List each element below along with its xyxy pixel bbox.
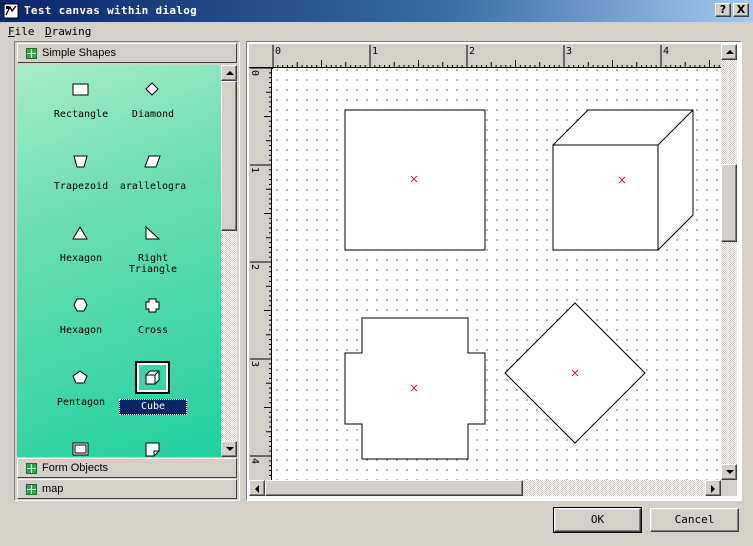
hexagon-icon — [73, 298, 88, 312]
scroll-down-button[interactable] — [721, 464, 737, 480]
expand-group-icon — [26, 463, 37, 474]
cube-shape[interactable] — [552, 109, 694, 251]
square-shape[interactable] — [344, 109, 486, 251]
expand-group-icon — [26, 48, 37, 59]
parallelogram-icon — [144, 155, 161, 168]
cancel-button[interactable]: Cancel — [650, 508, 739, 532]
palette-shape-right-triangle[interactable]: Right Triangle — [113, 217, 193, 279]
title-bar[interactable]: Test canvas within dialog ? X — [0, 0, 753, 22]
palette-shape-note[interactable] — [113, 433, 193, 457]
palette-group-label: map — [42, 483, 64, 495]
expand-group-icon — [26, 484, 37, 495]
shape-label: arallelogra — [119, 181, 187, 192]
ruler-label: 4 — [663, 46, 669, 57]
scroll-thumb[interactable] — [721, 164, 737, 242]
palette-shape-pentagon[interactable]: Pentagon — [41, 361, 121, 423]
shape-label: Pentagon — [56, 397, 106, 408]
scroll-corner — [721, 480, 737, 496]
triangle-icon — [72, 226, 88, 240]
arrow-up-icon — [726, 50, 734, 54]
shape-label: Trapezoid — [53, 181, 109, 192]
trapezoid-icon — [73, 155, 88, 168]
shapes-list: Rectangle Diamond Trapezoid arallelogra Hexa… — [17, 65, 221, 457]
palette-shape-frame[interactable] — [41, 433, 121, 457]
cross-shape[interactable] — [344, 317, 486, 460]
menu-file-accel: F — [8, 25, 15, 38]
palette-shape-cube[interactable]: Cube — [113, 361, 193, 423]
ok-button[interactable]: OK — [553, 507, 642, 533]
palette-group-simple-shapes[interactable]: Simple Shapes — [17, 43, 237, 63]
vertical-ruler: 0 1 2 3 4 — [249, 68, 272, 480]
right-triangle-icon — [145, 225, 161, 240]
menu-file-rest: ile — [14, 25, 35, 38]
shape-label: Diamond — [131, 109, 175, 120]
close-button[interactable]: X — [733, 3, 749, 17]
palette-shape-triangle[interactable]: Hexagon — [41, 217, 121, 279]
palette-shape-rectangle[interactable]: Rectangle — [41, 73, 121, 135]
cross-icon — [145, 298, 160, 313]
ruler-label: 2 — [469, 46, 475, 57]
scroll-right-button[interactable] — [705, 480, 721, 496]
scroll-thumb[interactable] — [265, 480, 523, 496]
palette-group-form-objects[interactable]: Form Objects — [17, 458, 237, 478]
arrow-down-icon — [226, 447, 234, 451]
drawing-canvas[interactable] — [273, 69, 721, 480]
pentagon-icon — [72, 370, 88, 384]
palette-shape-hexagon[interactable]: Hexagon — [41, 289, 121, 351]
help-glyph: ? — [719, 3, 727, 16]
ruler-label: 3 — [249, 361, 260, 367]
app-icon — [3, 3, 19, 19]
scroll-up-button[interactable] — [221, 65, 237, 81]
ruler-label: 4 — [249, 458, 260, 464]
menu-drawing-accel: D — [45, 25, 52, 38]
canvas-shapes — [344, 109, 694, 460]
ruler-label: 0 — [249, 70, 260, 76]
help-button[interactable]: ? — [715, 3, 731, 17]
palette-shape-trapezoid[interactable]: Trapezoid — [41, 145, 121, 207]
shape-label: Cross — [137, 325, 169, 336]
menu-drawing-rest: rawing — [51, 25, 92, 38]
canvas-vertical-scrollbar[interactable] — [721, 44, 737, 480]
note-icon — [145, 442, 160, 457]
menu-file[interactable]: File — [8, 25, 35, 38]
palette-shape-cross[interactable]: Cross — [113, 289, 193, 351]
shape-label: Cube — [119, 399, 187, 415]
shape-palette: Simple Shapes Rectangle Diamond Trapezoid a… — [14, 41, 240, 501]
ruler-label: 0 — [275, 46, 281, 57]
cube-icon — [145, 370, 160, 385]
scroll-left-button[interactable] — [249, 480, 265, 496]
ruler-label: 1 — [249, 167, 260, 173]
horizontal-ruler: 0 1 2 3 4 — [249, 44, 721, 68]
close-icon: X — [736, 3, 746, 16]
scroll-up-button[interactable] — [721, 44, 737, 60]
shape-label: Rectangle — [53, 109, 109, 120]
scroll-thumb[interactable] — [221, 81, 237, 231]
palette-shape-diamond[interactable]: Diamond — [113, 73, 193, 135]
palette-scrollbar[interactable] — [221, 65, 237, 457]
menu-drawing[interactable]: Drawing — [45, 25, 91, 38]
palette-group-map[interactable]: map — [17, 479, 237, 499]
shape-label: Hexagon — [59, 325, 103, 336]
shape-label: Hexagon — [59, 253, 103, 264]
ruler-label: 3 — [566, 46, 572, 57]
shape-label: Right Triangle — [128, 253, 178, 275]
palette-group-label: Form Objects — [42, 462, 109, 474]
palette-shape-parallelogram[interactable]: arallelogra — [113, 145, 193, 207]
window-title: Test canvas within dialog — [24, 4, 198, 17]
arrow-left-icon — [255, 485, 259, 493]
diamond-shape[interactable] — [504, 302, 646, 444]
menu-bar: File Drawing — [0, 22, 753, 40]
frame-icon — [72, 442, 89, 456]
arrow-up-icon — [226, 71, 234, 75]
ruler-label: 1 — [372, 46, 378, 57]
scroll-down-button[interactable] — [221, 441, 237, 457]
ruler-label: 2 — [249, 264, 260, 270]
canvas-horizontal-scrollbar[interactable] — [249, 480, 721, 496]
diamond-icon — [145, 82, 159, 96]
canvas-panel: 0 1 2 3 4 0 1 2 3 4 — [246, 41, 742, 501]
arrow-down-icon — [726, 470, 734, 474]
palette-group-label: Simple Shapes — [42, 47, 116, 59]
rectangle-icon — [72, 83, 89, 96]
arrow-right-icon — [711, 485, 715, 493]
